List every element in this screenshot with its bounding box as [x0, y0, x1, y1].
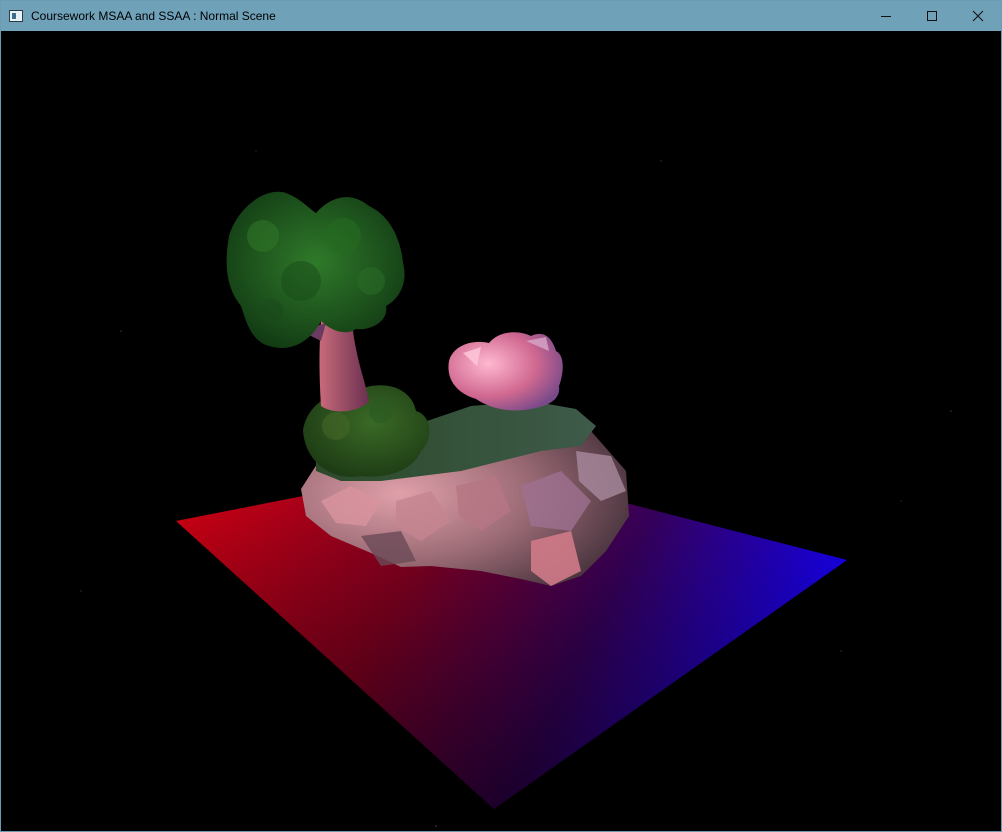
- app-window: Coursework MSAA and SSAA : Normal Scene: [0, 0, 1002, 832]
- close-button[interactable]: [955, 1, 1001, 31]
- close-icon: [972, 10, 984, 22]
- app-icon: [9, 10, 23, 22]
- maximize-icon: [927, 11, 937, 21]
- minimize-button[interactable]: [863, 1, 909, 31]
- tree-foliage: [226, 191, 405, 349]
- title-bar[interactable]: Coursework MSAA and SSAA : Normal Scene: [1, 1, 1001, 31]
- window-controls: [863, 1, 1001, 31]
- render-viewport[interactable]: [1, 31, 1001, 831]
- pink-crystal: [448, 332, 563, 411]
- scene-canvas: [80, 150, 952, 827]
- minimize-icon: [881, 16, 891, 17]
- window-title: Coursework MSAA and SSAA : Normal Scene: [31, 9, 276, 23]
- maximize-button[interactable]: [909, 1, 955, 31]
